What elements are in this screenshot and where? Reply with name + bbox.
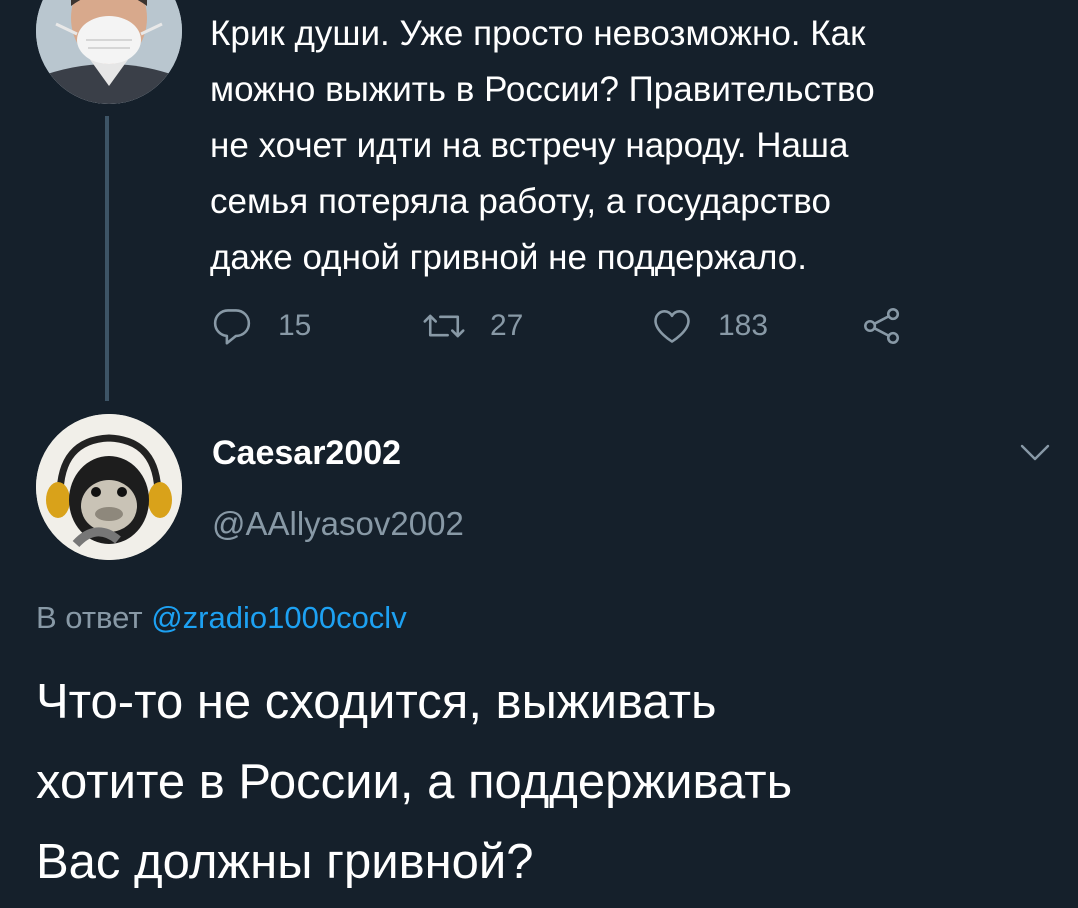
display-name[interactable]: Caesar2002	[212, 434, 401, 473]
reply-avatar[interactable]	[36, 414, 182, 560]
heart-icon	[654, 310, 690, 343]
thread-connector-line	[105, 116, 109, 401]
more-options-button[interactable]	[1018, 440, 1052, 466]
reply-tweet-text: Что-то не сходится, выживать хотите в Ро…	[36, 675, 793, 889]
reply-context: В ответ @zradio1000coclv	[36, 600, 407, 636]
reply-to-mention-link[interactable]: @zradio1000coclv	[151, 600, 407, 635]
reply-to-prefix: В ответ	[36, 600, 143, 635]
parent-tweet-text: Крик души. Уже просто невозможно. Как мо…	[210, 14, 875, 277]
parent-avatar[interactable]	[36, 0, 182, 104]
reply-count: 15	[278, 309, 312, 342]
man-in-face-mask-icon	[36, 0, 182, 104]
share-icon	[864, 308, 900, 344]
retweet-button[interactable]: 27	[422, 300, 523, 352]
like-button[interactable]: 183	[650, 300, 768, 352]
tweet-thread: Крик души. Уже просто невозможно. Как мо…	[0, 0, 1078, 908]
retweet-count: 27	[490, 309, 524, 342]
chevron-down-icon	[1020, 444, 1050, 461]
retweet-icon	[423, 314, 465, 338]
like-count: 183	[718, 309, 769, 342]
share-button[interactable]	[860, 300, 904, 352]
user-handle[interactable]: @AAllyasov2002	[212, 505, 464, 543]
tweet-actions-bar: 15 27 183	[210, 300, 930, 352]
reply-icon	[213, 309, 251, 345]
reply-button[interactable]: 15	[210, 300, 311, 352]
monkey-with-headphones-icon	[36, 414, 182, 560]
